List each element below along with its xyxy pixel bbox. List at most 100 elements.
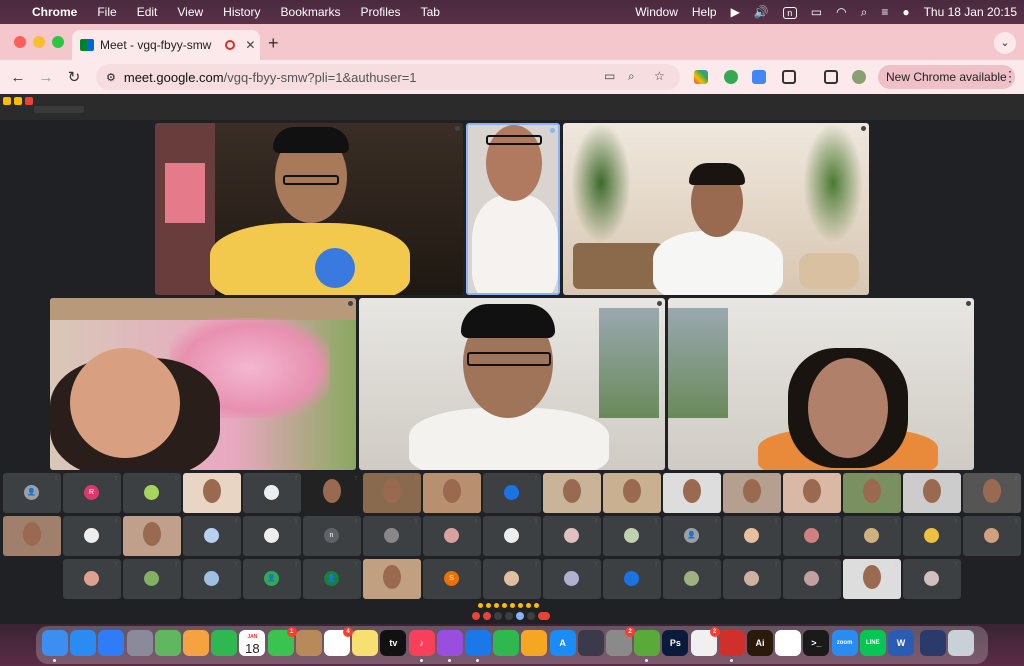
- participant-tile-small[interactable]: ⋮: [303, 473, 361, 513]
- reaction-icon[interactable]: [526, 603, 531, 608]
- participant-tile-small[interactable]: ⋮: [543, 559, 601, 599]
- participant-tile-small[interactable]: ⋮: [663, 473, 721, 513]
- search-icon[interactable]: ⌕: [854, 5, 875, 20]
- facetime-icon[interactable]: [211, 630, 238, 656]
- participant-tile-1[interactable]: [155, 123, 463, 295]
- reminders-icon[interactable]: 4: [324, 627, 353, 656]
- participant-tile-small[interactable]: 👤 ⋮: [663, 516, 721, 556]
- tile-menu-icon[interactable]: ⋮: [954, 475, 958, 480]
- menu-tab[interactable]: Tab: [411, 5, 450, 19]
- tile-menu-icon[interactable]: ⋮: [654, 475, 658, 480]
- music-icon[interactable]: ♪: [408, 630, 435, 656]
- participant-tile-small[interactable]: ⋮: [663, 559, 721, 599]
- reaction-icon[interactable]: [486, 603, 491, 608]
- control-center-icon[interactable]: ≡: [874, 5, 895, 19]
- tile-menu-icon[interactable]: ⋮: [354, 561, 358, 566]
- battery-icon[interactable]: ▭: [804, 5, 829, 19]
- mail-icon[interactable]: [98, 630, 125, 656]
- participant-tile-small[interactable]: ⋮: [483, 559, 541, 599]
- more-menu-icon[interactable]: ⋮: [1003, 68, 1017, 85]
- forward-icon[interactable]: →: [32, 69, 60, 86]
- raise-hand-icon[interactable]: [505, 612, 513, 620]
- menu-view[interactable]: View: [167, 5, 213, 19]
- meet-header-icon-2[interactable]: [14, 97, 22, 105]
- participant-tile-small[interactable]: ⋮: [903, 473, 961, 513]
- appstore-icon[interactable]: A: [549, 630, 576, 656]
- tile-menu-icon[interactable]: ⋮: [54, 475, 58, 480]
- tile-menu-icon[interactable]: ⋮: [834, 518, 838, 523]
- tile-menu-icon[interactable]: ⋮: [234, 475, 238, 480]
- participant-tile-5[interactable]: [359, 298, 665, 470]
- camera-icon[interactable]: ▭: [604, 69, 615, 83]
- tile-menu-icon[interactable]: ⋮: [294, 475, 298, 480]
- reaction-icon[interactable]: [518, 603, 523, 608]
- menu-profiles[interactable]: Profiles: [351, 5, 411, 19]
- play-icon[interactable]: ▶: [724, 5, 747, 19]
- tile-menu-icon[interactable]: ⋮: [354, 475, 358, 480]
- tile-menu-icon[interactable]: ⋮: [474, 518, 478, 523]
- tile-menu-icon[interactable]: ⋮: [114, 518, 118, 523]
- tile-menu-icon[interactable]: ⋮: [894, 518, 898, 523]
- back-icon[interactable]: ←: [4, 69, 32, 86]
- participant-tile-small[interactable]: ⋮: [723, 559, 781, 599]
- menu-history[interactable]: History: [213, 5, 270, 19]
- participant-tile-3[interactable]: [563, 123, 869, 295]
- reaction-icon[interactable]: [502, 603, 507, 608]
- tile-menu-icon[interactable]: ⋮: [234, 518, 238, 523]
- participant-tile-small[interactable]: ⋮: [723, 473, 781, 513]
- illustrator-icon[interactable]: Ai: [747, 630, 773, 656]
- tile-menu-icon[interactable]: ⋮: [1014, 475, 1018, 480]
- keynote-icon[interactable]: [465, 630, 491, 656]
- tile-menu-icon[interactable]: ⋮: [534, 561, 538, 566]
- menu-app-name[interactable]: Chrome: [22, 5, 87, 19]
- participant-tile-small[interactable]: S ⋮: [423, 559, 481, 599]
- contacts-icon[interactable]: [295, 630, 322, 656]
- participant-tile-small[interactable]: ⋮: [183, 559, 241, 599]
- participant-tile-small[interactable]: ⋮: [423, 516, 481, 556]
- siri-icon[interactable]: ●: [895, 5, 916, 19]
- n-status-icon[interactable]: n: [776, 5, 804, 19]
- terminal-icon[interactable]: >_: [803, 630, 830, 656]
- participant-tile-small[interactable]: ⋮: [63, 516, 121, 556]
- tile-menu-icon[interactable]: ⋮: [294, 561, 298, 566]
- reaction-icon[interactable]: [534, 603, 539, 608]
- safari-icon[interactable]: [70, 630, 97, 656]
- tile-menu-icon[interactable]: ⋮: [414, 561, 418, 566]
- site-info-icon[interactable]: ⚙: [106, 71, 116, 84]
- finder-icon[interactable]: [42, 630, 68, 656]
- wifi-icon[interactable]: ◠: [829, 5, 853, 19]
- extension-3-icon[interactable]: [752, 70, 766, 84]
- tile-menu-icon[interactable]: ⋮: [474, 475, 478, 480]
- close-window-icon[interactable]: [14, 36, 26, 48]
- tile-menu-icon[interactable]: ⋮: [594, 518, 598, 523]
- numbers-icon[interactable]: [493, 630, 520, 656]
- participant-tile-small[interactable]: ⋮: [3, 516, 61, 556]
- reaction-icon[interactable]: [478, 603, 483, 608]
- participant-tile-small[interactable]: ⋮: [963, 516, 1021, 556]
- participant-tile-small[interactable]: ⋮: [603, 473, 661, 513]
- meet-header-icon-3[interactable]: [25, 97, 33, 105]
- tile-menu-icon[interactable]: ⋮: [714, 475, 718, 480]
- tile-menu-icon[interactable]: ⋮: [54, 518, 58, 523]
- participant-tile-small[interactable]: ⋮: [243, 473, 301, 513]
- participant-tile-small[interactable]: ⋮: [363, 473, 421, 513]
- tile-menu-icon[interactable]: ⋮: [894, 561, 898, 566]
- podcasts-icon[interactable]: [436, 630, 463, 656]
- present-icon[interactable]: [516, 612, 524, 620]
- participant-tile-small[interactable]: ⋮: [423, 473, 481, 513]
- bookmark-star-icon[interactable]: ☆: [654, 69, 665, 83]
- tile-menu-icon[interactable]: ⋮: [174, 561, 178, 566]
- launchpad-icon[interactable]: [126, 630, 153, 656]
- participant-tile-small[interactable]: ⋮: [903, 559, 961, 599]
- trash-icon[interactable]: [948, 630, 975, 656]
- tile-menu-icon[interactable]: ⋮: [594, 475, 598, 480]
- extension-1-icon[interactable]: [694, 70, 708, 84]
- participant-tile-small[interactable]: 👤 ⋮: [483, 473, 541, 513]
- participant-tile-small[interactable]: 👤 ⋮: [303, 559, 361, 599]
- participant-tile-small[interactable]: ⋮: [843, 559, 901, 599]
- menu-window[interactable]: Window: [628, 5, 685, 19]
- participant-tile-4[interactable]: [50, 298, 356, 470]
- tile-menu-icon[interactable]: ⋮: [954, 518, 958, 523]
- participant-tile-small[interactable]: ⋮: [543, 516, 601, 556]
- reaction-icon[interactable]: [494, 603, 499, 608]
